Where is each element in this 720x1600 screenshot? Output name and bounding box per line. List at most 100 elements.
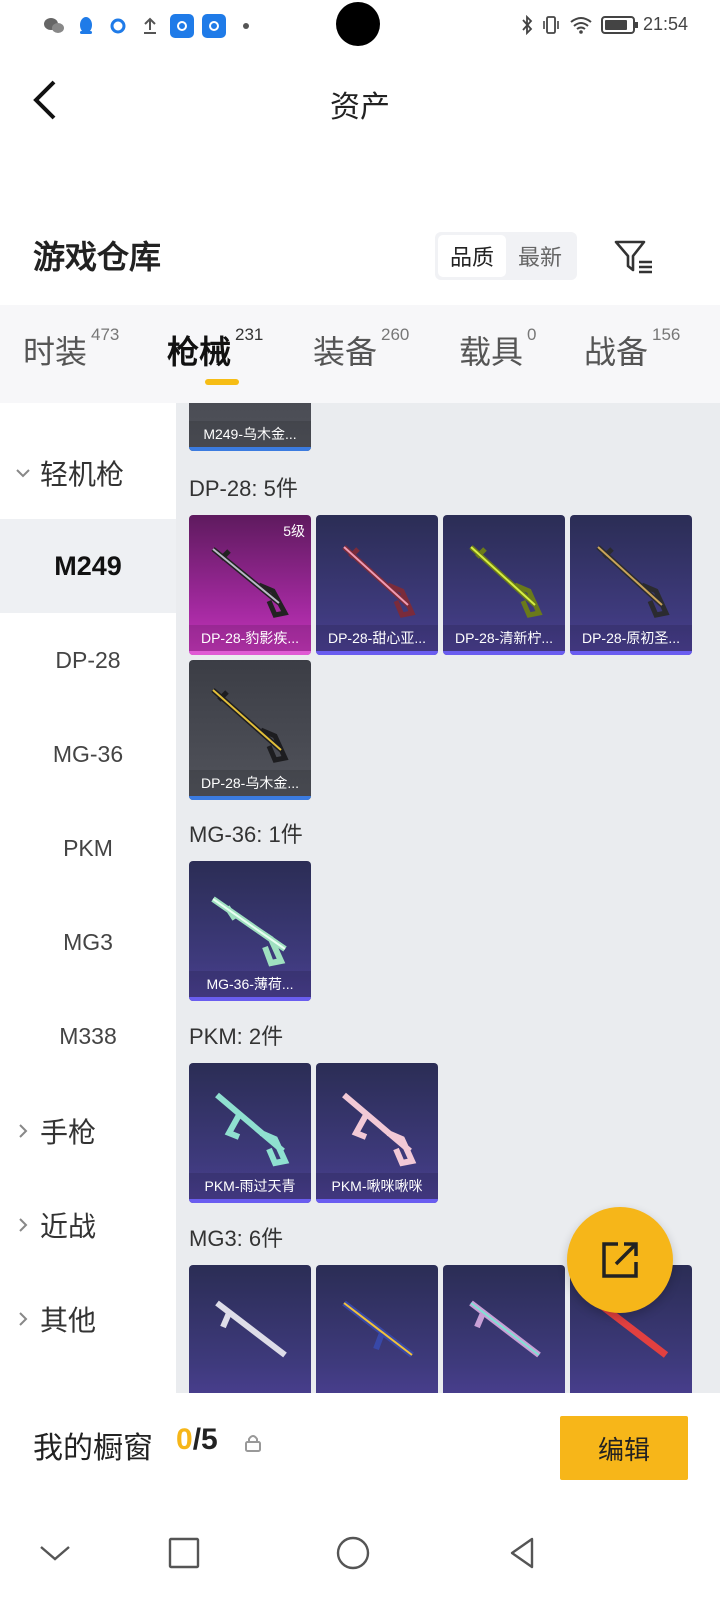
section-label-mg36: MG-36: 1件 — [189, 822, 303, 847]
weapon-card[interactable]: PKM-雨过天青 — [189, 1063, 311, 1203]
edit-button[interactable]: 编辑 — [560, 1416, 688, 1480]
weapon-card-name: PKM-啾咪啾咪 — [316, 1173, 438, 1203]
weapon-card[interactable]: MG-36-薄荷... — [189, 861, 311, 1001]
notification-icons — [42, 14, 258, 38]
sort-toggle: 品质 最新 — [435, 232, 577, 280]
sidebar-group-label: 轻机枪 — [40, 459, 125, 490]
weapon-card[interactable]: PKM-啾咪啾咪 — [316, 1063, 438, 1203]
sidebar-group-label: 手枪 — [40, 1117, 97, 1148]
wechat-icon — [42, 14, 66, 38]
tab-equipment[interactable]: 装备 260 — [313, 325, 410, 373]
gun-icon — [211, 896, 287, 967]
weapon-sidebar: 轻机枪 M249 DP-28 MG-36 PKM MG3 M338 手枪 近战 … — [0, 403, 176, 1393]
section-label-pkm: PKM: 2件 — [189, 1024, 284, 1049]
battery-icon — [600, 15, 638, 34]
tab-label: 时装 — [23, 334, 88, 370]
bluetooth-icon — [522, 14, 533, 35]
weapon-card-name: DP-28-原初圣... — [570, 625, 692, 655]
sidebar-group-label: 近战 — [40, 1211, 97, 1242]
sort-quality-option[interactable]: 品质 — [438, 235, 506, 277]
weapon-card[interactable] — [189, 1265, 311, 1393]
gun-icon — [215, 1300, 287, 1358]
gun-icon — [469, 545, 543, 618]
gun-icon — [215, 1092, 290, 1167]
weapon-card[interactable]: DP-28-原初圣... — [570, 515, 692, 655]
tab-firearms[interactable]: 枪械 231 — [167, 325, 264, 373]
page-title: 资产 — [330, 91, 390, 124]
share-edit-icon — [602, 1242, 638, 1278]
showcase-label: 我的橱窗 — [33, 1432, 153, 1465]
gun-icon — [342, 1300, 414, 1358]
app-icon — [170, 14, 194, 38]
weapon-card-name: DP-28-清新柠... — [443, 625, 565, 655]
weapon-card-name: M249-乌木金... — [189, 421, 311, 451]
gun-icon — [342, 545, 416, 618]
showcase-current: 0 — [176, 1423, 193, 1456]
recents-icon[interactable] — [164, 1533, 204, 1573]
sidebar-group-melee[interactable]: 近战 — [14, 1205, 96, 1245]
category-tabs: 时装 473 枪械 231 装备 260 载具 0 战备 156 — [0, 305, 720, 403]
weapon-card[interactable] — [316, 1265, 438, 1393]
section-label-mg3: MG3: 6件 — [189, 1226, 284, 1251]
status-bar: 21:54 — [0, 0, 720, 52]
tab-fashion[interactable]: 时装 473 — [23, 325, 120, 373]
weapon-level-badge: 5级 — [283, 523, 305, 539]
weapon-card[interactable]: DP-28-甜心亚... — [316, 515, 438, 655]
sidebar-group-other[interactable]: 其他 — [14, 1299, 96, 1339]
sidebar-item-m249[interactable]: M249 — [0, 519, 176, 613]
showcase-count: 0/5 — [176, 1423, 218, 1457]
sidebar-item-dp28[interactable]: DP-28 — [0, 613, 176, 707]
system-navbar — [0, 1501, 720, 1600]
section-label-dp28: DP-28: 5件 — [189, 476, 298, 501]
sidebar-group-lmg[interactable]: 轻机枪 — [14, 453, 124, 493]
sidebar-item-mg36[interactable]: MG-36 — [0, 707, 176, 801]
wifi-icon — [570, 16, 592, 34]
back-icon[interactable] — [502, 1533, 542, 1573]
weapon-card[interactable] — [443, 1265, 565, 1393]
weapon-card[interactable]: 5级 DP-28-豹影疾... — [189, 515, 311, 655]
dot-icon — [234, 14, 258, 38]
sort-newest-option[interactable]: 最新 — [506, 235, 574, 277]
weapon-card[interactable]: M249-乌木金... — [189, 403, 311, 451]
showcase-bar: 我的橱窗 0/5 编辑 — [0, 1393, 720, 1501]
gun-icon — [342, 1092, 417, 1167]
weapon-card[interactable]: DP-28-乌木金... — [189, 660, 311, 800]
chevron-down-icon — [16, 469, 30, 478]
tab-count: 260 — [381, 325, 410, 344]
sidebar-item-pkm[interactable]: PKM — [0, 801, 176, 895]
app-icon — [202, 14, 226, 38]
tab-count: 156 — [652, 325, 681, 344]
sidebar-item-m338[interactable]: M338 — [0, 989, 176, 1083]
weapon-card-name: DP-28-豹影疾... — [189, 625, 311, 655]
tab-count: 231 — [235, 325, 264, 344]
upload-icon — [138, 14, 162, 38]
tab-supplies[interactable]: 战备 156 — [584, 325, 681, 373]
section-title: 游戏仓库 — [33, 239, 162, 275]
system-status: 21:54 — [521, 14, 688, 35]
sidebar-group-pistol[interactable]: 手枪 — [14, 1111, 96, 1151]
camera-cutout — [336, 2, 380, 46]
gun-icon — [211, 547, 289, 618]
weapon-card[interactable]: DP-28-清新柠... — [443, 515, 565, 655]
chevron-right-icon — [19, 1124, 28, 1138]
tab-active-indicator — [205, 379, 239, 385]
sidebar-item-mg3[interactable]: MG3 — [0, 895, 176, 989]
tab-count: 473 — [91, 325, 120, 344]
gun-icon — [211, 688, 289, 763]
share-button[interactable] — [567, 1207, 673, 1313]
vibrate-icon — [543, 15, 559, 34]
gun-icon — [596, 545, 670, 618]
chevron-right-icon — [19, 1312, 28, 1326]
weapon-card-name: PKM-雨过天青 — [189, 1173, 311, 1203]
tab-vehicles[interactable]: 载具 0 — [459, 325, 537, 373]
filter-button[interactable] — [612, 236, 656, 280]
filter-icon — [614, 240, 652, 274]
weapon-card-name: DP-28-乌木金... — [189, 770, 311, 800]
search-app-icon — [106, 14, 130, 38]
sidebar-group-label: 其他 — [40, 1305, 97, 1336]
tab-label: 装备 — [313, 334, 378, 370]
home-icon[interactable] — [333, 1533, 373, 1573]
tab-count: 0 — [527, 325, 537, 344]
weapon-card-name: DP-28-甜心亚... — [316, 625, 438, 655]
collapse-icon[interactable] — [35, 1533, 75, 1573]
